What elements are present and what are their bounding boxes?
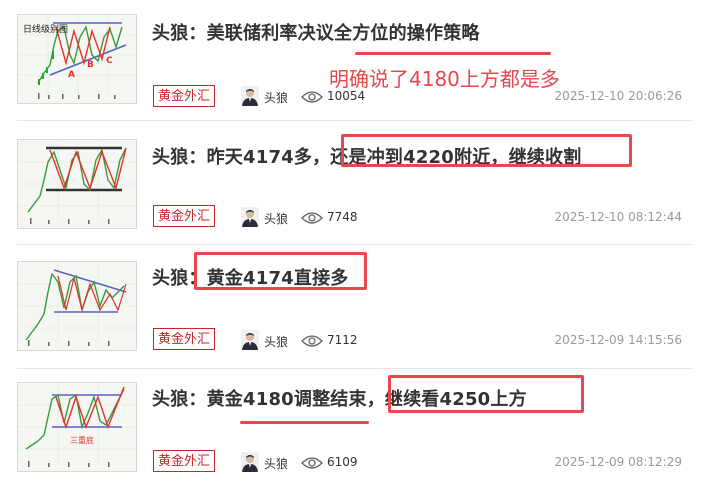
publish-date: 2025-12-10 20:06:26 bbox=[554, 89, 682, 103]
author-name[interactable]: 头狼 bbox=[264, 89, 288, 106]
publish-date: 2025-12-10 08:12:44 bbox=[554, 210, 682, 224]
chart-thumbnail-icon bbox=[18, 140, 136, 228]
annotation-note: 明确说了4180上方都是多 bbox=[329, 67, 560, 91]
annotation-underline bbox=[355, 52, 551, 55]
article-thumbnail[interactable]: 三重底 bbox=[17, 382, 137, 472]
author-name[interactable]: 头狼 bbox=[264, 333, 288, 350]
thumbnail-label: 三重底 bbox=[70, 435, 94, 445]
author-avatar[interactable] bbox=[241, 86, 259, 106]
author-name[interactable]: 头狼 bbox=[264, 455, 288, 472]
svg-text:B: B bbox=[87, 60, 94, 70]
author-name[interactable]: 头狼 bbox=[264, 210, 288, 227]
annotation-highlight-box bbox=[388, 375, 584, 413]
category-tag[interactable]: 黄金外汇 bbox=[153, 450, 215, 472]
eye-icon bbox=[301, 333, 323, 347]
publish-date: 2025-12-09 14:15:56 bbox=[554, 333, 682, 347]
chart-thumbnail-icon: 三重底 bbox=[18, 383, 136, 471]
author-avatar[interactable] bbox=[241, 452, 259, 472]
publish-date: 2025-12-09 08:12:29 bbox=[554, 455, 682, 469]
view-count: 6109 bbox=[327, 455, 358, 469]
svg-text:C: C bbox=[106, 56, 113, 66]
eye-icon bbox=[301, 210, 323, 224]
article-title[interactable]: 头狼：美联储利率决议全方位的操作策略 bbox=[152, 19, 480, 45]
category-tag[interactable]: 黄金外汇 bbox=[153, 205, 215, 227]
chart-thumbnail-icon bbox=[18, 262, 136, 350]
article-thumbnail[interactable] bbox=[17, 139, 137, 229]
author-avatar[interactable] bbox=[241, 207, 259, 227]
chart-thumbnail-icon: 日线级别图 A B C bbox=[18, 15, 136, 103]
category-tag[interactable]: 黄金外汇 bbox=[153, 328, 215, 350]
annotation-highlight-box bbox=[194, 252, 367, 290]
eye-icon bbox=[301, 455, 323, 469]
annotation-underline bbox=[240, 421, 369, 424]
view-count: 7112 bbox=[327, 333, 358, 347]
author-avatar[interactable] bbox=[241, 330, 259, 350]
article-item[interactable]: 日线级别图 A B C 头狼：美联储利率决议全方位的操作策略 黄金外汇 头狼 1… bbox=[0, 0, 726, 120]
eye-icon bbox=[301, 89, 323, 103]
category-tag[interactable]: 黄金外汇 bbox=[153, 85, 215, 107]
article-thumbnail[interactable]: 日线级别图 A B C bbox=[17, 14, 137, 104]
article-item[interactable]: 三重底 头狼：黄金4180调整结束，继续看4250上方 黄金外汇 头狼 6109… bbox=[0, 369, 726, 491]
view-count: 7748 bbox=[327, 210, 358, 224]
svg-text:A: A bbox=[68, 70, 75, 80]
annotation-highlight-box bbox=[341, 134, 632, 167]
thumbnail-label: 日线级别图 bbox=[23, 23, 68, 35]
article-thumbnail[interactable] bbox=[17, 261, 137, 351]
